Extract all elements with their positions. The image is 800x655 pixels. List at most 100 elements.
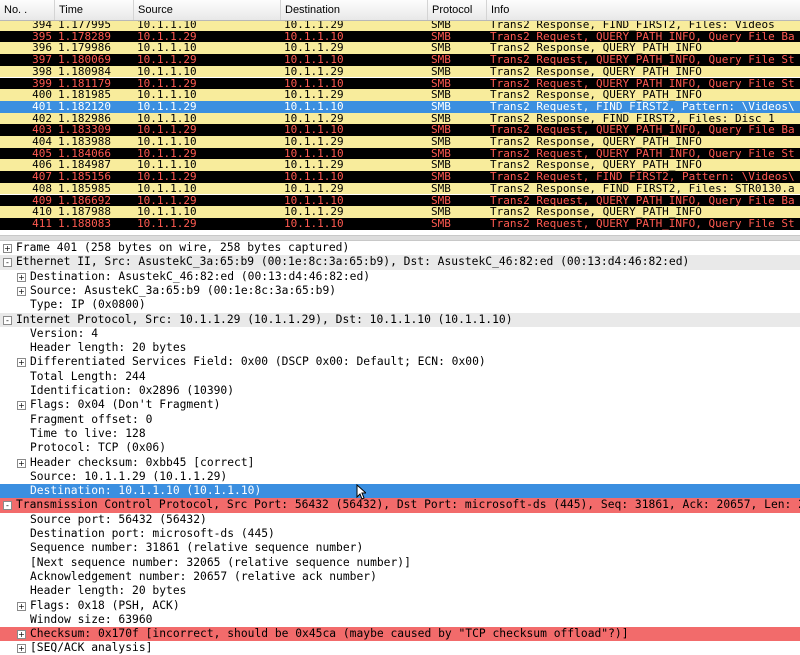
- detail-tree-row[interactable]: Acknowledgement number: 20657 (relative …: [0, 570, 800, 584]
- detail-tree-row[interactable]: Destination port: microsoft-ds (445): [0, 527, 800, 541]
- tree-expander-icon[interactable]: -: [3, 315, 12, 325]
- packet-info: Trans2 Response, QUERY_PATH_INFO: [490, 136, 702, 148]
- column-header-source[interactable]: Source: [134, 0, 281, 20]
- detail-tree-row[interactable]: Protocol: TCP (0x06): [0, 441, 800, 455]
- tree-expander-icon[interactable]: +: [17, 286, 26, 296]
- packet-info: Trans2 Request, QUERY_PATH_INFO, Query F…: [490, 54, 795, 66]
- column-header-destination[interactable]: Destination: [281, 0, 428, 20]
- packet-row[interactable]: 399 1.181179 10.1.1.29 10.1.1.10 SMB Trans2 R…: [0, 77, 800, 90]
- detail-tree-row[interactable]: Version: 4: [0, 327, 800, 341]
- tree-expander-icon[interactable]: +: [17, 601, 26, 611]
- packet-destination: 10.1.1.10: [284, 54, 344, 66]
- packet-destination: 10.1.1.29: [284, 159, 344, 172]
- tree-expander-icon[interactable]: +: [17, 458, 26, 468]
- detail-tree-row[interactable]: Header length: 20 bytes: [0, 341, 800, 355]
- detail-tree-row[interactable]: + Source: AsustekC_3a:65:b9 (00:1e:8c:3a:…: [0, 284, 800, 298]
- detail-tree-row[interactable]: [Next sequence number: 32065 (relative s…: [0, 556, 800, 570]
- column-header-info[interactable]: Info: [487, 0, 800, 20]
- tree-expander-icon[interactable]: -: [3, 501, 12, 511]
- packet-no: 399: [32, 77, 52, 90]
- column-header-no[interactable]: No. .: [0, 0, 55, 20]
- packet-row[interactable]: 401 1.182120 10.1.1.29 10.1.1.10 SMB Trans2 R…: [0, 100, 800, 113]
- packet-details-tree[interactable]: + Frame 401 (258 bytes on wire, 258 bytes…: [0, 241, 800, 655]
- packet-row[interactable]: 409 1.186692 10.1.1.29 10.1.1.10 SMB Trans2 R…: [0, 194, 800, 207]
- detail-text: Header checksum: 0xbb45 [correct]: [30, 455, 255, 469]
- packet-row[interactable]: 398 1.180984 10.1.1.10 10.1.1.29 SMB Trans2 R…: [0, 65, 800, 78]
- detail-tree-row[interactable]: - Internet Protocol, Src: 10.1.1.29 (10.1…: [0, 312, 800, 327]
- packet-time: 1.178289: [58, 30, 111, 43]
- packet-info: Trans2 Response, QUERY_PATH_INFO: [490, 65, 702, 78]
- detail-tree-row[interactable]: Total Length: 244: [0, 370, 800, 384]
- detail-tree-row[interactable]: Type: IP (0x0800): [0, 298, 800, 312]
- packet-row[interactable]: 410 1.187988 10.1.1.10 10.1.1.29 SMB Trans2 R…: [0, 206, 800, 218]
- packet-row[interactable]: 396 1.179986 10.1.1.10 10.1.1.29 SMB Trans2 R…: [0, 42, 800, 55]
- packet-protocol: SMB: [431, 42, 451, 55]
- column-destination-label: Destination: [285, 4, 341, 16]
- column-header-time[interactable]: Time: [55, 0, 134, 20]
- detail-tree-row[interactable]: Source port: 56432 (56432): [0, 513, 800, 527]
- detail-text: Destination port: microsoft-ds (445): [30, 527, 275, 540]
- detail-tree-row[interactable]: + Destination: AsustekC_46:82:ed (00:13:d…: [0, 270, 800, 284]
- detail-tree-row[interactable]: Window size: 63960: [0, 613, 800, 627]
- tree-expander-icon[interactable]: +: [17, 644, 26, 654]
- packet-destination: 10.1.1.29: [284, 42, 344, 55]
- detail-tree-row[interactable]: + Checksum: 0x170f [incorrect, should be …: [0, 627, 800, 642]
- detail-text: Window size: 63960: [30, 612, 153, 626]
- packet-row[interactable]: 394 1.177995 10.1.1.10 10.1.1.29 SMB Trans2 R…: [0, 21, 800, 31]
- packet-list[interactable]: 394 1.177995 10.1.1.10 10.1.1.29 SMB Trans2 R…: [0, 21, 800, 231]
- detail-tree-row[interactable]: + Differentiated Services Field: 0x00 (DS…: [0, 355, 800, 369]
- packet-time: 1.179986: [58, 42, 111, 55]
- packet-row[interactable]: 404 1.183988 10.1.1.10 10.1.1.29 SMB Trans2 R…: [0, 136, 800, 148]
- detail-tree-row[interactable]: Time to live: 128: [0, 427, 800, 441]
- detail-tree-row[interactable]: + Flags: 0x04 (Don't Fragment): [0, 398, 800, 412]
- packet-row[interactable]: 397 1.180069 10.1.1.29 10.1.1.10 SMB Trans2 R…: [0, 54, 800, 66]
- column-info-label: Info: [491, 4, 510, 16]
- packet-row[interactable]: 407 1.185156 10.1.1.29 10.1.1.10 SMB Trans2 R…: [0, 171, 800, 183]
- column-header-protocol[interactable]: Protocol: [428, 0, 487, 20]
- packet-time: 1.185985: [58, 182, 111, 195]
- packet-protocol: SMB: [431, 171, 451, 183]
- detail-tree-row[interactable]: + Flags: 0x18 (PSH, ACK): [0, 599, 800, 613]
- detail-tree-row[interactable]: Identification: 0x2896 (10390): [0, 384, 800, 398]
- detail-tree-row[interactable]: Fragment offset: 0: [0, 413, 800, 427]
- detail-text: Internet Protocol, Src: 10.1.1.29 (10.1.…: [16, 312, 513, 326]
- packet-row[interactable]: 408 1.185985 10.1.1.10 10.1.1.29 SMB Trans2 R…: [0, 182, 800, 195]
- detail-tree-row[interactable]: Destination: 10.1.1.10 (10.1.1.10): [0, 484, 800, 499]
- packet-source: 10.1.1.10: [137, 65, 197, 78]
- detail-tree-row[interactable]: + Frame 401 (258 bytes on wire, 258 bytes…: [0, 241, 800, 255]
- tree-expander-icon[interactable]: +: [17, 630, 26, 640]
- packet-time: 1.185156: [58, 171, 111, 183]
- detail-tree-row[interactable]: Source: 10.1.1.29 (10.1.1.29): [0, 470, 800, 484]
- packet-row[interactable]: 400 1.181985 10.1.1.10 10.1.1.29 SMB Trans2 R…: [0, 89, 800, 101]
- tree-expander-icon[interactable]: +: [17, 358, 26, 368]
- packet-row[interactable]: 395 1.178289 10.1.1.29 10.1.1.10 SMB Trans2 R…: [0, 30, 800, 43]
- column-protocol-label: Protocol: [432, 4, 473, 16]
- packet-destination: 10.1.1.10: [284, 194, 344, 207]
- packet-row[interactable]: 411 1.188083 10.1.1.29 10.1.1.10 SMB Trans2 R…: [0, 217, 800, 230]
- tree-expander-icon[interactable]: +: [3, 244, 12, 253]
- packet-destination: 10.1.1.10: [284, 30, 344, 43]
- packet-row[interactable]: 406 1.184987 10.1.1.10 10.1.1.29 SMB Trans2 R…: [0, 159, 800, 172]
- tree-expander-icon[interactable]: -: [3, 258, 12, 268]
- tree-expander-icon[interactable]: +: [17, 401, 26, 411]
- packet-row[interactable]: 403 1.183309 10.1.1.29 10.1.1.10 SMB Trans2 R…: [0, 124, 800, 136]
- detail-tree-row[interactable]: + Header checksum: 0xbb45 [correct]: [0, 456, 800, 470]
- packet-no: 402: [32, 112, 52, 125]
- packet-info: Trans2 Response, FIND_FIRST2, Files: STR…: [490, 182, 795, 195]
- detail-tree-row[interactable]: - Transmission Control Protocol, Src Port…: [0, 498, 800, 513]
- detail-text: Header length: 20 bytes: [30, 341, 187, 355]
- detail-tree-row[interactable]: + [SEQ/ACK analysis]: [0, 641, 800, 655]
- packet-source: 10.1.1.10: [137, 206, 197, 218]
- detail-tree-row[interactable]: Header length: 20 bytes: [0, 584, 800, 598]
- tree-expander-icon[interactable]: +: [17, 272, 26, 282]
- detail-tree-row[interactable]: - Ethernet II, Src: AsustekC_3a:65:b9 (00…: [0, 255, 800, 270]
- packet-source: 10.1.1.29: [137, 171, 197, 183]
- packet-time: 1.180069: [58, 54, 111, 66]
- detail-tree-row[interactable]: Sequence number: 31861 (relative sequenc…: [0, 541, 800, 555]
- packet-row[interactable]: 402 1.182986 10.1.1.10 10.1.1.29 SMB Trans2 R…: [0, 112, 800, 125]
- packet-destination: 10.1.1.10: [284, 100, 344, 113]
- packet-protocol: SMB: [431, 100, 451, 113]
- packet-destination: 10.1.1.29: [284, 206, 344, 218]
- packet-row[interactable]: 405 1.184066 10.1.1.29 10.1.1.10 SMB Trans2 R…: [0, 147, 800, 160]
- mouse-pointer-icon: [356, 484, 366, 500]
